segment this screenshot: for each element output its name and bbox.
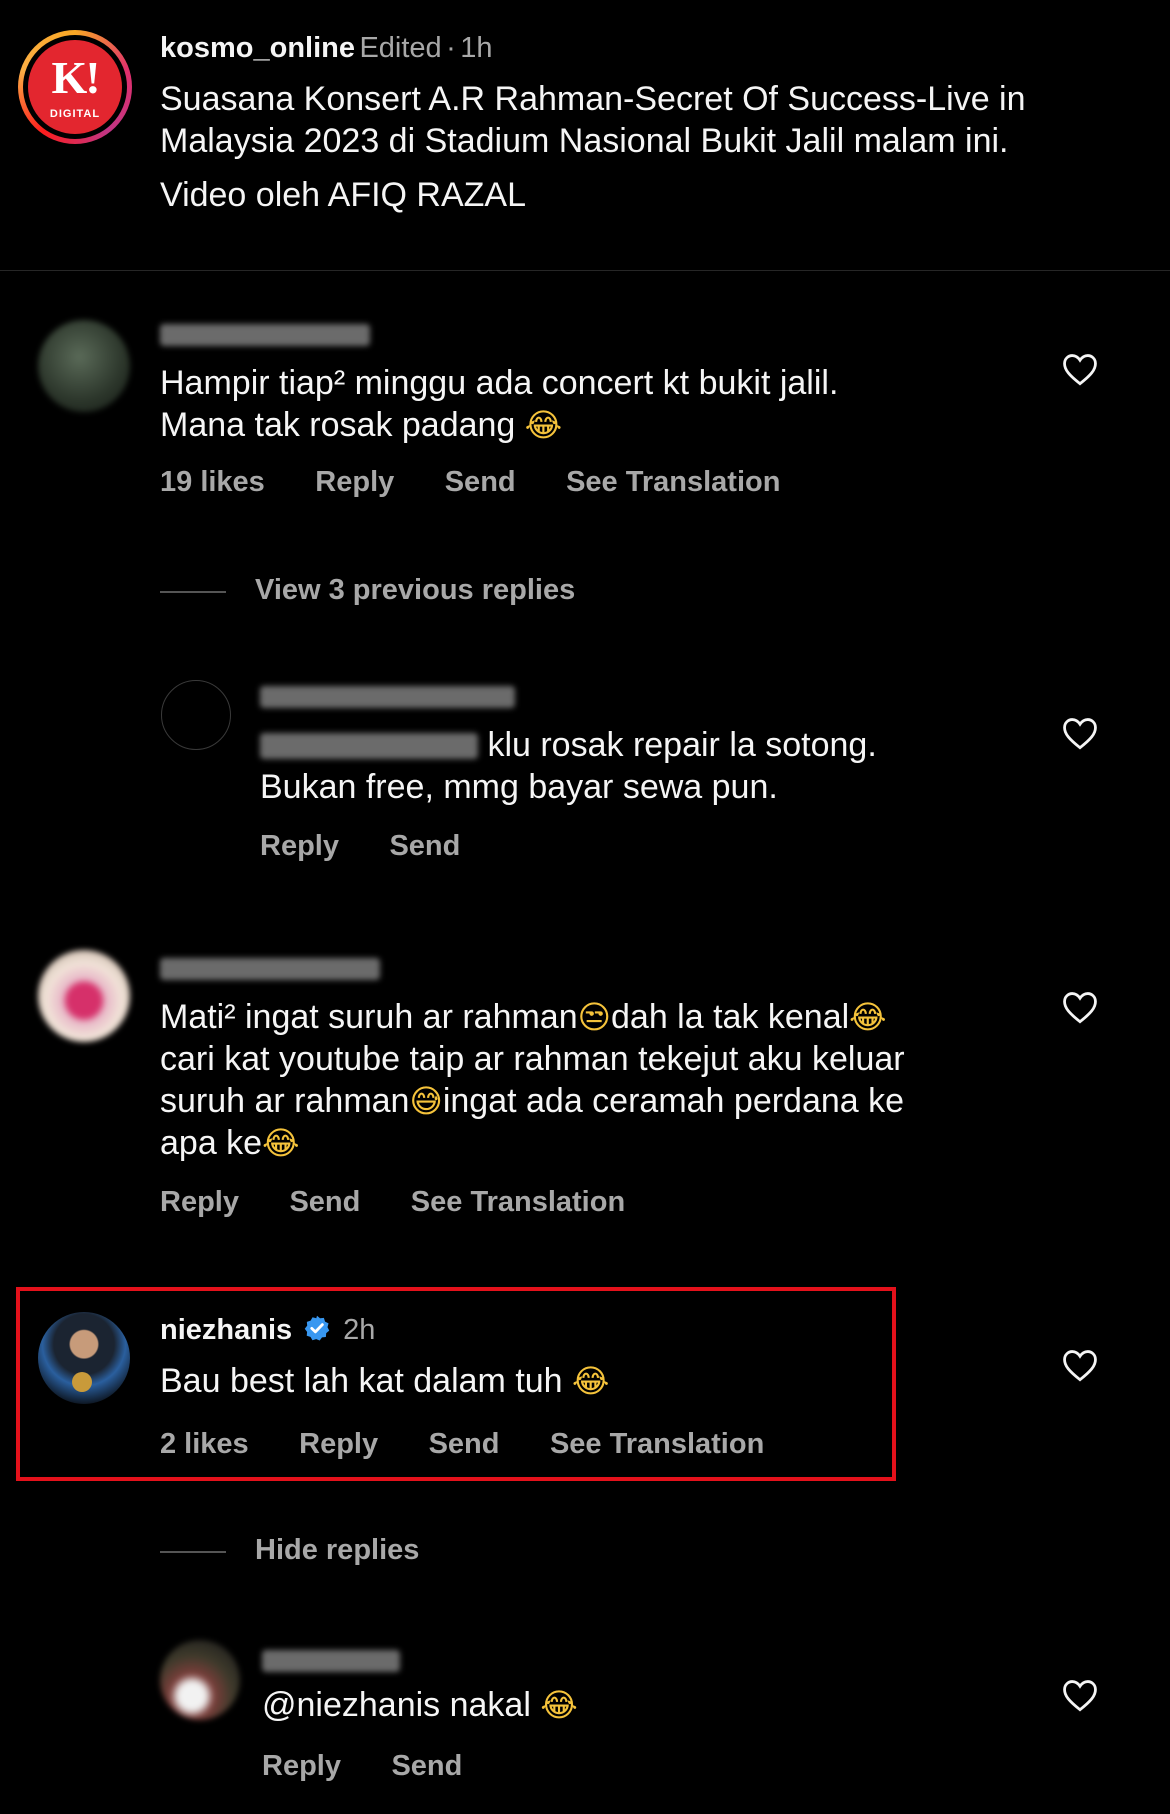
reply-item: @niezhanis nakal 😂 Reply Send xyxy=(0,1630,1170,1814)
avatar[interactable] xyxy=(38,950,130,1042)
caption-username[interactable]: kosmo_online xyxy=(160,32,355,64)
comment-line: dah la tak kenal xyxy=(611,998,850,1036)
reply-button[interactable]: Reply xyxy=(262,1750,341,1782)
blurred-username[interactable] xyxy=(160,324,370,346)
likes-count[interactable]: 19 likes xyxy=(160,466,265,498)
kosmo-avatar[interactable]: K! DIGITAL xyxy=(18,30,132,144)
replies-divider-line xyxy=(160,591,226,593)
reply-item: klu rosak repair la sotong. Bukan free, … xyxy=(0,670,1170,870)
comment-line: cari kat youtube taip ar rahman tekejut … xyxy=(160,1040,905,1078)
laughing-emoji: 😂 xyxy=(524,406,563,444)
comment-line: @niezhanis nakal xyxy=(262,1686,531,1724)
send-button[interactable]: Send xyxy=(445,466,516,498)
hide-replies-label[interactable]: Hide replies xyxy=(255,1534,419,1566)
laughing-emoji: 😂 xyxy=(262,1124,300,1162)
comment-line: Mana tak rosak padang xyxy=(160,406,516,444)
see-translation-button[interactable]: See Translation xyxy=(411,1186,625,1218)
divider xyxy=(0,270,1170,271)
comment-line: Bukan free, mmg bayar sewa pun. xyxy=(260,768,778,806)
avatar[interactable] xyxy=(161,680,231,750)
laughing-emoji: 😂 xyxy=(540,1686,578,1724)
caption-header: kosmo_online Edited · 1h xyxy=(160,32,493,64)
comment-actions: Reply Send xyxy=(260,830,460,863)
comment-actions: Reply Send xyxy=(262,1750,462,1783)
comment-text: Mati² ingat suruh ar rahman😒dah la tak k… xyxy=(160,996,905,1164)
laughing-emoji: 😂 xyxy=(849,998,887,1036)
reply-button[interactable]: Reply xyxy=(260,830,339,862)
hide-replies[interactable]: Hide replies xyxy=(160,1534,419,1567)
blurred-username[interactable] xyxy=(262,1650,400,1672)
heart-icon[interactable] xyxy=(1061,1348,1099,1382)
heart-icon[interactable] xyxy=(1061,716,1099,750)
caption-time: 1h xyxy=(460,32,493,64)
avatar-logo-text: K! xyxy=(51,52,100,103)
comment-line: apa ke xyxy=(160,1124,263,1162)
sweat-smile-emoji: 😅 xyxy=(409,1082,443,1120)
caption-text: Suasana Konsert A.R Rahman-Secret Of Suc… xyxy=(160,78,1026,216)
comment-text: @niezhanis nakal 😂 xyxy=(262,1684,578,1726)
avatar[interactable] xyxy=(160,1640,240,1720)
comment-line: Mati² ingat suruh ar rahman xyxy=(160,998,578,1036)
view-replies-label[interactable]: View 3 previous replies xyxy=(255,574,575,606)
blurred-mention[interactable] xyxy=(260,733,478,759)
caption-line: Suasana Konsert A.R Rahman-Secret Of Suc… xyxy=(160,80,1026,118)
comment-line: suruh ar rahman xyxy=(160,1082,410,1120)
caption-edited: Edited xyxy=(359,32,442,64)
comment-line: Hampir tiap² minggu ada concert kt bukit… xyxy=(160,364,839,402)
comment-line: ingat ada ceramah perdana ke xyxy=(442,1082,905,1120)
comment-text: Hampir tiap² minggu ada concert kt bukit… xyxy=(160,362,838,446)
avatar-logo-subtext: DIGITAL xyxy=(49,108,101,120)
caption-line: Malaysia 2023 di Stadium Nasional Bukit … xyxy=(160,122,1009,160)
see-translation-button[interactable]: See Translation xyxy=(566,466,780,498)
comment-item: Mati² ingat suruh ar rahman😒dah la tak k… xyxy=(0,940,1170,1230)
reply-button[interactable]: Reply xyxy=(315,466,394,498)
send-button[interactable]: Send xyxy=(289,1186,360,1218)
post-caption: K! DIGITAL kosmo_online Edited · 1h Suas… xyxy=(0,0,1170,270)
send-button[interactable]: Send xyxy=(389,830,460,862)
blurred-username[interactable] xyxy=(160,958,380,980)
comment-actions: Reply Send See Translation xyxy=(160,1186,625,1219)
comment-line: klu rosak repair la sotong. xyxy=(487,726,877,764)
avatar[interactable] xyxy=(38,320,130,412)
replies-divider-line xyxy=(160,1551,226,1553)
send-button[interactable]: Send xyxy=(391,1750,462,1782)
caption-line: Video oleh AFIQ RAZAL xyxy=(160,176,527,214)
heart-icon[interactable] xyxy=(1061,352,1099,386)
unamused-emoji: 😒 xyxy=(577,998,611,1036)
heart-icon[interactable] xyxy=(1061,990,1099,1024)
blurred-username[interactable] xyxy=(260,686,515,708)
view-previous-replies[interactable]: View 3 previous replies xyxy=(160,574,575,607)
comment-actions: 19 likes Reply Send See Translation xyxy=(160,466,780,499)
heart-icon[interactable] xyxy=(1061,1678,1099,1712)
reply-button[interactable]: Reply xyxy=(160,1186,239,1218)
comment-text: klu rosak repair la sotong. Bukan free, … xyxy=(260,724,877,808)
comment-item: Hampir tiap² minggu ada concert kt bukit… xyxy=(0,300,1170,520)
highlight-box xyxy=(16,1287,896,1481)
